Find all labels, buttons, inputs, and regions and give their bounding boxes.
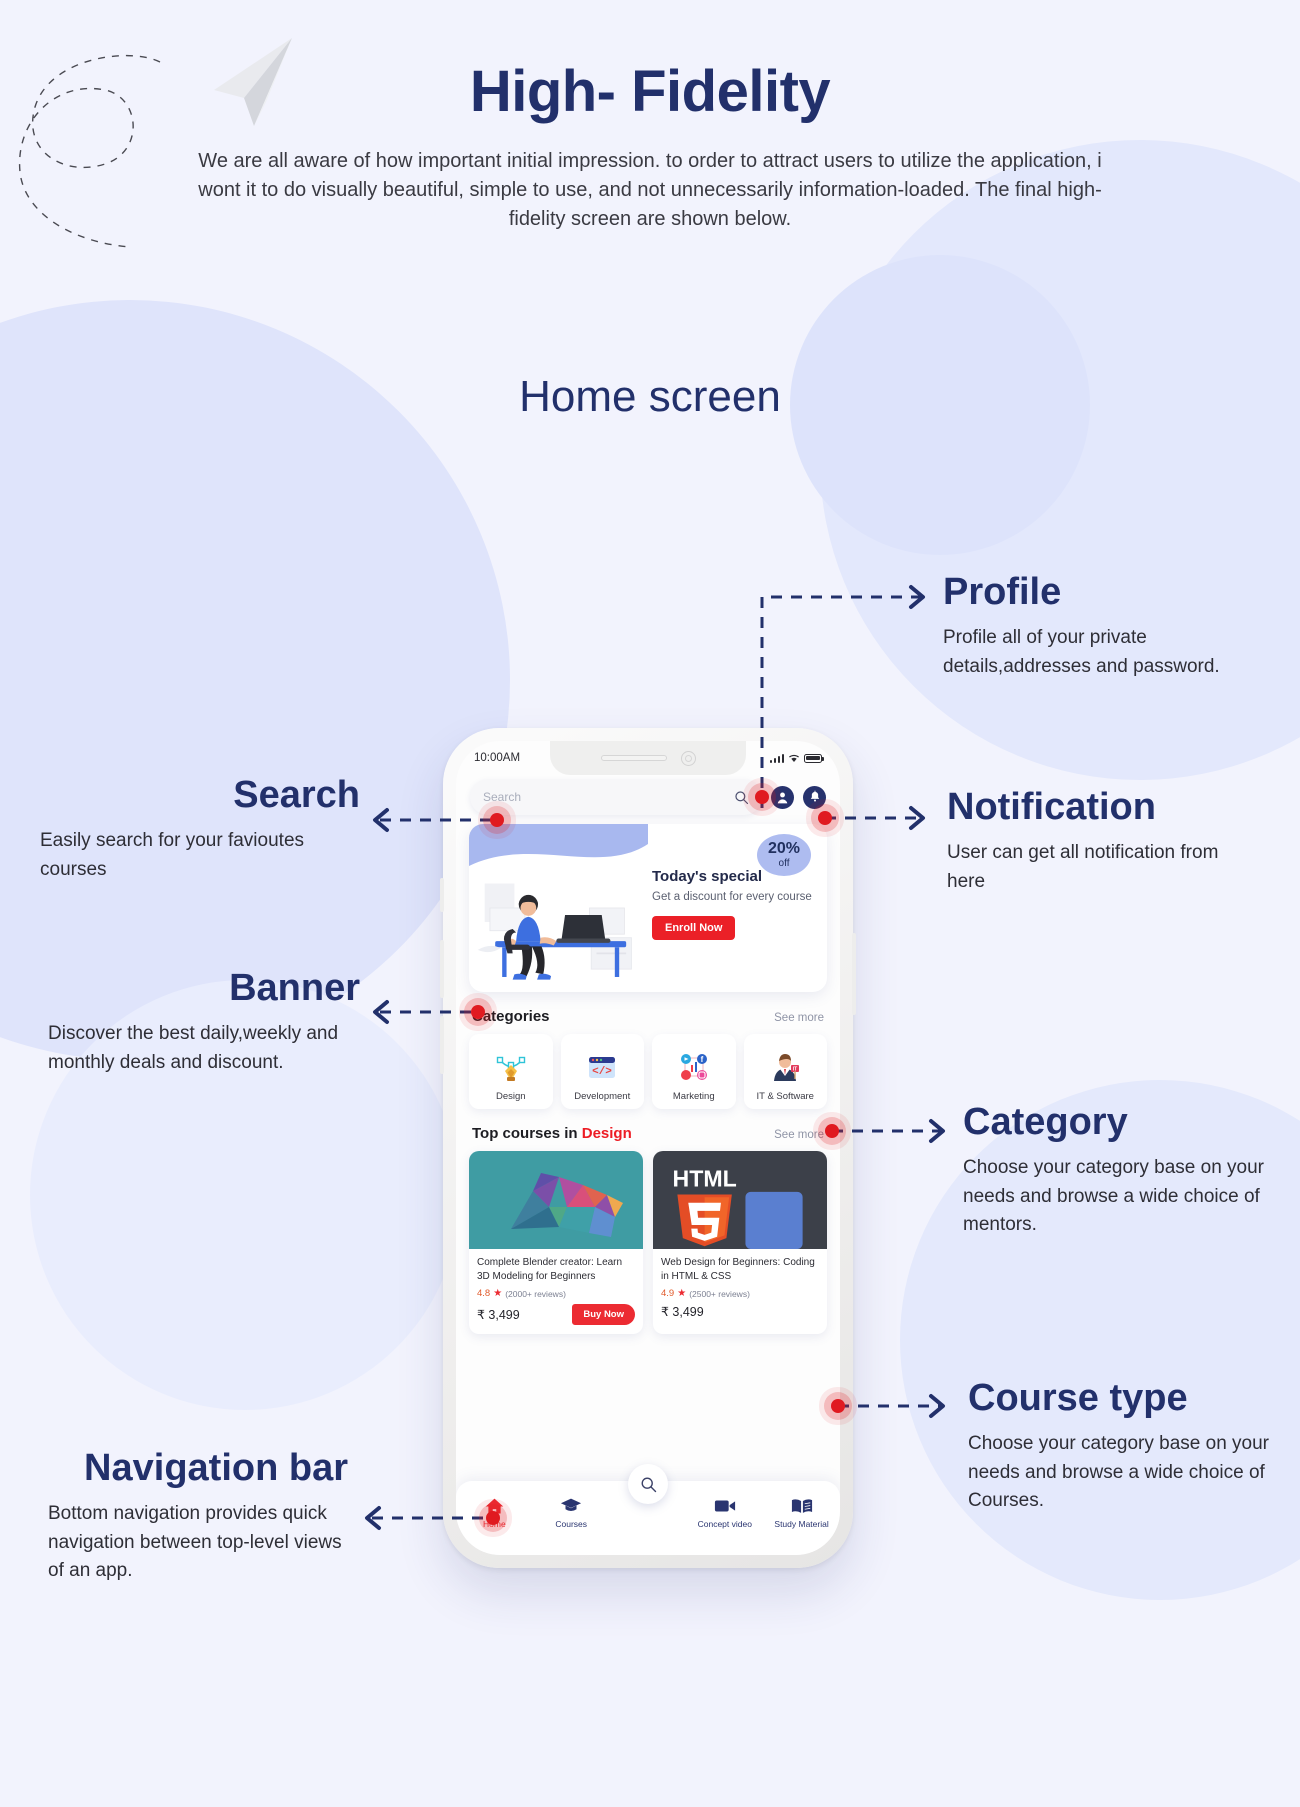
annotation-body: Choose your category base on your needs … [963,1157,1265,1236]
annotation-title: Navigation bar [84,1447,348,1489]
annotation-search: Search Easily search for your favioutes … [40,775,360,884]
annotation-title: Banner [229,967,360,1009]
hotspot-dot-category[interactable] [825,1124,839,1138]
annotation-body: Profile all of your private details,addr… [943,627,1220,677]
hotspot-dot-banner[interactable] [471,1005,485,1019]
annotation-course-type: Course type Choose your category base on… [968,1378,1273,1516]
annotation-title: Category [963,1101,1128,1143]
hotspot-dot-profile[interactable] [755,790,769,804]
annotation-title: Course type [968,1377,1188,1419]
annotation-title: Profile [943,571,1062,613]
annotation-body: Discover the best daily,weekly and month… [48,1023,339,1073]
annotation-body: Bottom navigation provides quick navigat… [48,1503,342,1582]
hotspot-dot-search[interactable] [490,813,504,827]
annotation-body: Easily search for your favioutes courses [40,830,305,880]
annotation-title: Notification [947,786,1156,828]
annotation-notification: Notification User can get all notificati… [947,787,1257,896]
annotation-banner: Banner Discover the best daily,weekly an… [48,968,360,1077]
hotspot-dot-navigation[interactable] [486,1511,500,1525]
annotation-title: Search [233,774,360,816]
annotation-navigation-bar: Navigation bar Bottom navigation provide… [48,1448,348,1586]
annotation-category: Category Choose your category base on yo… [963,1102,1273,1240]
annotation-body: User can get all notification from here [947,842,1219,892]
hotspot-dot-notification[interactable] [818,811,832,825]
annotation-profile: Profile Profile all of your private deta… [943,572,1233,681]
annotation-body: Choose your category base on your needs … [968,1433,1270,1512]
hotspot-dot-course-type[interactable] [831,1399,845,1413]
